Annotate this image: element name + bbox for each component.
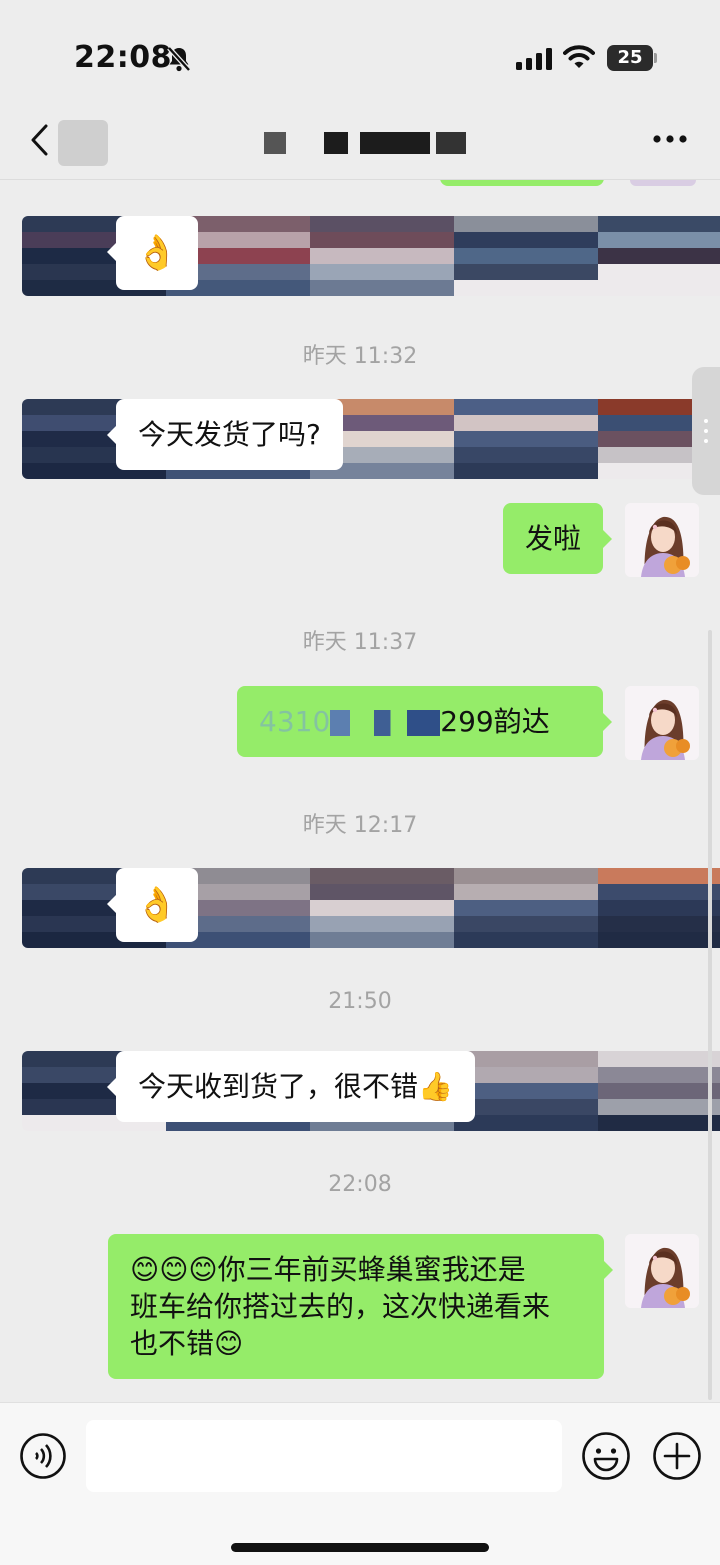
- message-text: 发啦: [524, 522, 581, 555]
- ok-hand-emoji: 👌: [135, 232, 179, 273]
- status-bar: 22:08 25: [0, 0, 720, 110]
- message-bubble-text[interactable]: 今天发货了吗?: [107, 399, 343, 470]
- message-bubble-text[interactable]: 4310 299韵达: [237, 686, 612, 757]
- message-row: 今天收到货了，很不错👍: [0, 1051, 720, 1131]
- message-bubble-text[interactable]: 今天收到货了，很不错👍: [107, 1051, 475, 1122]
- chat-header: [0, 110, 720, 180]
- chevron-left-icon[interactable]: [26, 122, 54, 158]
- message-row: 👌: [0, 868, 720, 948]
- previous-avatar-remnant: [630, 180, 696, 186]
- tracking-number-prefix: 4310: [259, 705, 331, 738]
- bell-slash-icon: [167, 46, 191, 72]
- timestamp: 21:50: [328, 989, 392, 1014]
- message-row: 今天发货了吗?: [0, 399, 720, 479]
- scrollbar-track[interactable]: [708, 630, 712, 1400]
- message-list[interactable]: 👌 昨天 11:32 今天发货了吗? 发啦 昨天 11:37 4310 299韵…: [0, 180, 720, 1402]
- timestamp: 22:08: [328, 1172, 392, 1197]
- message-composer: [0, 1402, 720, 1565]
- ok-hand-emoji: 👌: [135, 884, 179, 925]
- my-avatar[interactable]: [625, 686, 699, 760]
- message-row: 发啦: [0, 503, 720, 583]
- message-bubble-text[interactable]: 😊😊😊你三年前买蜂巢蜜我还是 班车给你搭过去的，这次快递看来 也不错😊: [108, 1234, 613, 1379]
- contact-name-redacted[interactable]: [260, 128, 470, 156]
- message-bubble-emoji[interactable]: 👌: [107, 216, 198, 290]
- emoji-icon[interactable]: [581, 1431, 631, 1481]
- contact-avatar-blurred: [58, 120, 108, 166]
- timestamp: 昨天 11:37: [302, 630, 418, 655]
- message-text-line: 😊😊😊你三年前买蜂巢蜜我还是: [130, 1253, 526, 1286]
- message-bubble-text[interactable]: 发啦: [502, 503, 613, 574]
- message-row: 4310 299韵达: [0, 686, 720, 766]
- home-indicator[interactable]: [231, 1543, 489, 1552]
- previous-bubble-remnant: [440, 180, 604, 186]
- message-bubble-emoji[interactable]: 👌: [107, 868, 198, 942]
- my-avatar[interactable]: [625, 503, 699, 577]
- battery-icon: 25: [607, 45, 657, 71]
- message-row: 😊😊😊你三年前买蜂巢蜜我还是 班车给你搭过去的，这次快递看来 也不错😊: [0, 1234, 720, 1384]
- tracking-number-redacted: [330, 710, 441, 736]
- message-text: 299韵达: [440, 705, 550, 738]
- my-avatar[interactable]: [625, 1234, 699, 1308]
- battery-level: 25: [607, 45, 653, 71]
- status-time: 22:08: [74, 40, 172, 75]
- message-input[interactable]: [86, 1420, 562, 1492]
- timestamp: 昨天 12:17: [302, 813, 418, 838]
- message-text-line: 也不错😊: [130, 1327, 244, 1360]
- wifi-icon: [563, 45, 595, 68]
- plus-icon[interactable]: [652, 1431, 702, 1481]
- voice-icon[interactable]: [19, 1432, 67, 1480]
- message-text: 今天发货了吗?: [138, 418, 321, 451]
- scroll-handle[interactable]: [692, 367, 720, 495]
- message-text-line: 班车给你搭过去的，这次快递看来: [130, 1290, 551, 1323]
- message-text: 今天收到货了，很不错👍: [138, 1070, 453, 1103]
- more-dots-icon[interactable]: [652, 133, 688, 145]
- cellular-signal-icon: [516, 48, 552, 70]
- timestamp: 昨天 11:32: [302, 344, 418, 369]
- message-row: 👌: [0, 216, 720, 296]
